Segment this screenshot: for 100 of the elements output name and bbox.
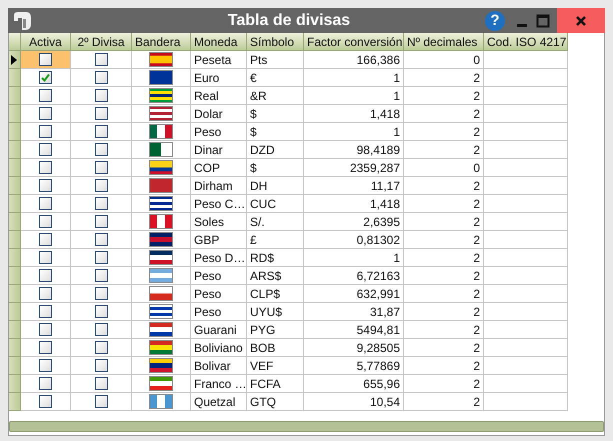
row-header[interactable] [9,51,21,69]
table-cell: Peso [191,285,247,303]
table-cell: 2 [404,123,484,141]
checkbox[interactable] [39,305,52,318]
flag-icon [149,376,173,391]
table-cell: GTQ [247,393,304,411]
table-cell: 0 [404,51,484,69]
table-cell: S/. [247,213,304,231]
checkbox[interactable] [94,179,108,192]
table-cell: 1 [304,123,404,141]
table-cell: 2 [404,195,484,213]
table-cell: DH [247,177,304,195]
table-cell: 632,991 [304,285,404,303]
table-cell: CLP$ [247,285,304,303]
flag-icon [149,214,173,229]
checkbox[interactable] [39,125,52,138]
app-logo-icon [11,10,33,32]
table-cell: CUC [247,195,304,213]
flag-icon [149,70,173,85]
checkbox[interactable] [94,161,108,174]
checkbox[interactable] [94,377,108,390]
checkbox[interactable] [39,71,52,84]
maximize-icon[interactable] [536,14,550,28]
table-cell: 2,6395 [304,213,404,231]
table-cell: Peso [191,303,247,321]
checkbox[interactable] [94,395,108,408]
table-cell: 655,96 [304,375,404,393]
checkbox[interactable] [39,89,52,102]
table-cell: 2 [404,393,484,411]
flag-icon [149,178,173,193]
checkbox[interactable] [94,215,108,228]
checkbox[interactable] [39,251,52,264]
window-title: Tabla de divisas [226,12,352,30]
table-cell: Peseta [191,51,247,69]
table-cell: VEF [247,357,304,375]
checkbox[interactable] [94,89,108,102]
table-cell: 2 [404,357,484,375]
checkbox[interactable] [39,215,52,228]
table-cell: 2 [404,285,484,303]
checkbox[interactable] [94,71,108,84]
table-cell: 2 [404,141,484,159]
table-cell: 2 [404,87,484,105]
checkbox[interactable] [39,359,52,372]
column-header[interactable]: Bandera [132,33,191,51]
flag-icon [149,286,173,301]
current-row-icon [11,54,17,64]
flag-icon [149,106,173,121]
table-cell: Peso D… [191,249,247,267]
help-button[interactable]: ? [485,10,505,30]
checkbox[interactable] [94,197,108,210]
table-cell: ARS$ [247,267,304,285]
checkbox[interactable] [94,305,108,318]
checkbox[interactable] [39,197,52,210]
table-cell: 2 [404,375,484,393]
checkbox[interactable] [94,341,108,354]
checkbox[interactable] [39,269,52,282]
column-header[interactable]: Factor conversión [304,33,404,51]
column-header[interactable]: Nº decimales [404,33,484,51]
checkbox[interactable] [94,143,108,156]
scroll-bar[interactable] [9,421,604,432]
table-cell: Boliviano [191,339,247,357]
checkbox[interactable] [94,125,108,138]
checkbox[interactable] [94,233,108,246]
checkbox[interactable] [94,287,108,300]
table-cell: £ [247,231,304,249]
checkbox[interactable] [94,269,108,282]
table-cell: 2 [404,177,484,195]
table-cell: 2 [404,249,484,267]
checkbox[interactable] [94,359,108,372]
checkbox[interactable] [39,395,52,408]
checkbox[interactable] [94,323,108,336]
column-header[interactable]: Símbolo [247,33,304,51]
table-cell: Peso [191,267,247,285]
checkbox[interactable] [39,233,52,246]
column-header[interactable]: 2º Divisa [71,33,132,51]
table-cell: 0 [404,159,484,177]
checkbox[interactable] [94,251,108,264]
checkbox[interactable] [39,53,52,66]
checkbox[interactable] [39,323,52,336]
close-icon [575,14,587,26]
checkbox[interactable] [39,341,52,354]
column-header[interactable]: Activa [21,33,71,51]
checkbox[interactable] [39,107,52,120]
checkbox[interactable] [39,287,52,300]
checkbox[interactable] [94,107,108,120]
checkbox[interactable] [94,53,108,66]
table-cell: &R [247,87,304,105]
table-cell: Peso [191,123,247,141]
checkbox[interactable] [39,143,52,156]
flag-icon [149,394,173,409]
close-button[interactable] [557,8,605,33]
flag-icon [149,322,173,337]
column-header[interactable]: Cod. ISO 4217 [484,33,568,51]
checkbox[interactable] [39,179,52,192]
table-cell: Euro [191,69,247,87]
column-header[interactable]: Moneda [191,33,247,51]
row-header-cell [9,33,21,51]
checkbox[interactable] [39,161,52,174]
table-cell: 2 [404,69,484,87]
checkbox[interactable] [39,377,52,390]
